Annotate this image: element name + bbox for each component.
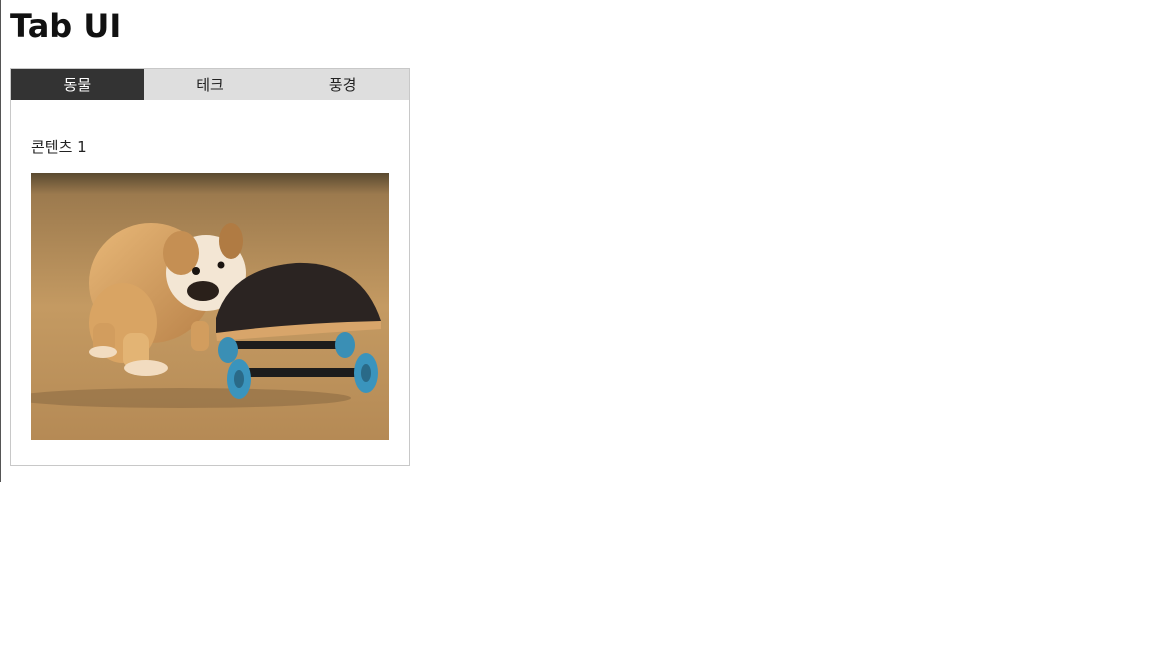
content-image <box>31 173 389 440</box>
left-border-line <box>0 0 1 482</box>
tab-bar: 동물 테크 풍경 <box>11 69 409 100</box>
content-title: 콘텐츠 1 <box>31 138 87 156</box>
page-title: Tab UI <box>10 7 122 45</box>
puppy-skateboard-image <box>31 173 389 440</box>
tab-container: 동물 테크 풍경 콘텐츠 1 <box>10 68 410 466</box>
tab-tech[interactable]: 테크 <box>144 69 277 100</box>
tab-animal[interactable]: 동물 <box>11 69 144 100</box>
tab-landscape[interactable]: 풍경 <box>276 69 409 100</box>
